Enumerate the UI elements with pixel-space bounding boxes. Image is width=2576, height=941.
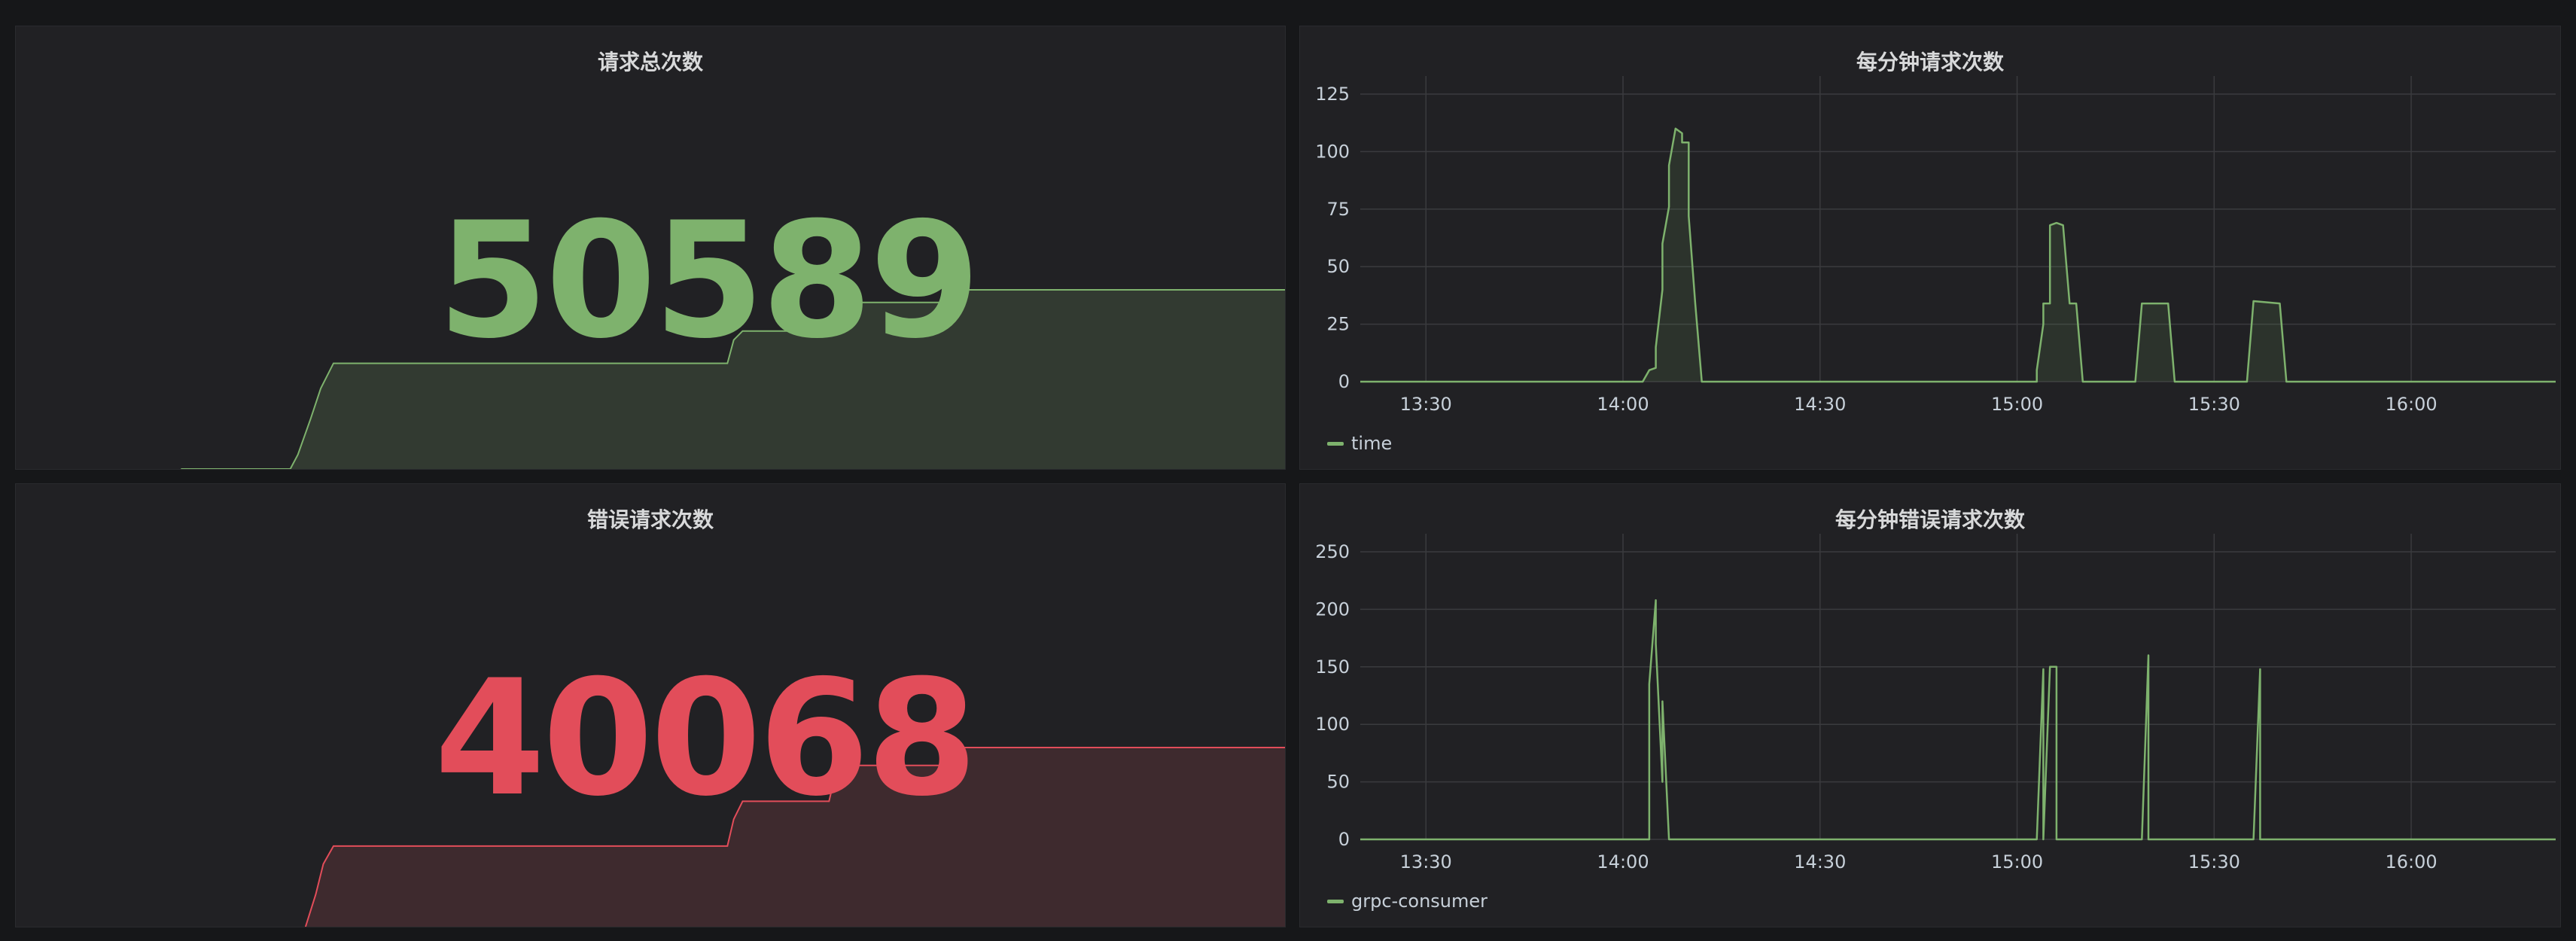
legend-item[interactable]: grpc-consumer	[1327, 891, 1487, 912]
requests-per-minute-chart: 0 25 50 75 100 125 13:30 14:00 14:30 15:00 15:30 16…	[1315, 76, 2556, 415]
x-tick-label: 14:30	[1794, 394, 1846, 415]
y-tick-label: 125	[1315, 84, 1350, 105]
y-tick-label: 250	[1315, 541, 1350, 562]
legend-label: grpc-consumer	[1351, 891, 1488, 912]
errors-per-minute-chart: 0 50 100 150 200 250 13:30 14:00 14:30 15:00 15:30…	[1315, 534, 2556, 872]
legend-swatch	[1327, 441, 1344, 446]
x-tick-label: 14:30	[1794, 851, 1846, 872]
x-tick-label: 15:00	[1991, 851, 2043, 872]
total-requests-value: 50589	[437, 187, 981, 373]
panel-title: 请求总次数	[597, 50, 703, 75]
x-tick-label: 16:00	[2385, 394, 2437, 415]
legend-label: time	[1351, 433, 1393, 454]
series-area	[1360, 128, 2556, 382]
error-requests-value: 40068	[434, 645, 978, 831]
errors-per-minute-panel: 0 50 100 150 200 250 13:30 14:00 14:30 15:00 15:30…	[1299, 483, 2561, 927]
y-tick-label: 50	[1326, 256, 1350, 277]
x-tick-label: 14:00	[1597, 394, 1649, 415]
panel-title: 错误请求次数	[586, 507, 714, 532]
y-tick-label: 0	[1338, 371, 1350, 392]
series-line	[1360, 127, 2556, 383]
x-tick-label: 15:30	[2188, 851, 2240, 872]
panel-title: 每分钟请求次数	[1856, 50, 2004, 75]
legend-swatch	[1327, 899, 1344, 903]
y-tick-label: 150	[1315, 656, 1350, 678]
total-requests-panel: 请求总次数 50589	[15, 26, 1286, 470]
x-tick-label: 15:30	[2188, 394, 2240, 415]
x-tick-label: 16:00	[2385, 851, 2437, 872]
x-tick-label: 13:30	[1400, 394, 1452, 415]
series-line	[1360, 598, 2556, 841]
panel-title: 每分钟错误请求次数	[1835, 507, 2025, 532]
x-tick-label: 14:00	[1597, 851, 1649, 872]
x-tick-label: 15:00	[1991, 394, 2043, 415]
y-tick-label: 25	[1326, 314, 1350, 335]
y-tick-label: 50	[1326, 772, 1350, 793]
y-tick-label: 75	[1326, 199, 1350, 220]
requests-per-minute-panel: 0 25 50 75 100 125 13:30 14:00 14:30 15:00 15:30 16…	[1299, 26, 2561, 470]
y-tick-label: 100	[1315, 141, 1350, 162]
y-tick-label: 0	[1338, 829, 1350, 850]
error-requests-panel: 错误请求次数 40068	[15, 483, 1286, 927]
legend-item[interactable]: time	[1327, 433, 1392, 454]
x-tick-label: 13:30	[1400, 851, 1452, 872]
y-tick-label: 200	[1315, 598, 1350, 620]
y-tick-label: 100	[1315, 714, 1350, 735]
